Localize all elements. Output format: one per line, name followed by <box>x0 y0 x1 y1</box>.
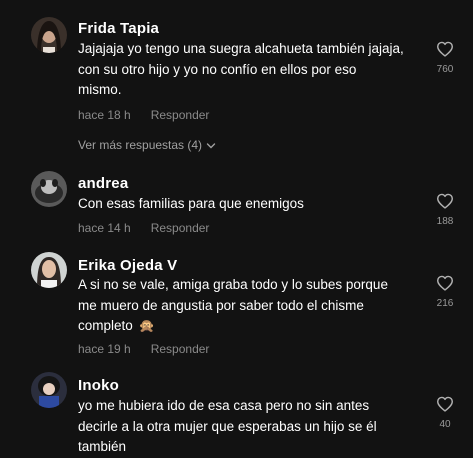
comment-text-line: A si no se vale, amiga graba todo y lo s… <box>78 277 388 292</box>
comment-text-line: con su otro hijo y yo no confío en ellos… <box>78 61 357 77</box>
comment-username[interactable]: andrea <box>78 175 128 192</box>
comment-text-line: Jajajaja yo tengo una suegra alcahueta t… <box>78 41 404 56</box>
comment-text-line: Con esas familias para que enemigos <box>78 196 304 211</box>
avatar-image <box>31 372 67 408</box>
heart-outline-icon <box>436 41 453 57</box>
avatar[interactable] <box>31 372 67 408</box>
avatar[interactable] <box>31 252 67 288</box>
comment-meta: hace 14 h Responder <box>78 221 209 235</box>
comment-text-line: también <box>78 439 127 454</box>
avatar-image <box>31 252 67 288</box>
comment-username[interactable]: Erika Ojeda V <box>78 257 177 274</box>
comment-text-line: mismo. <box>78 82 122 97</box>
heart-outline-icon <box>436 193 453 209</box>
view-more-replies-label: Ver más respuestas (4) <box>78 138 203 152</box>
comment-username[interactable]: Frida Tapia <box>78 20 159 37</box>
avatar[interactable] <box>31 171 67 207</box>
comment-username[interactable]: Inoko <box>78 377 119 394</box>
comment-text-line: yo me hubiera ido de esa casa pero no si… <box>78 398 370 413</box>
comment-text-segment: completo <box>78 318 133 333</box>
avatar[interactable] <box>31 17 67 53</box>
heart-outline-icon <box>436 275 453 291</box>
comment-text: A si no se vale, amiga graba todo y lo s… <box>78 275 430 337</box>
avatar-image <box>31 171 67 207</box>
like-count: 40 <box>439 419 451 430</box>
monkey-emoji: 🙊 <box>138 318 155 333</box>
comment-text-line: completo 🙊 <box>78 316 430 337</box>
like-button[interactable]: 216 <box>430 275 460 309</box>
heart-outline-icon <box>436 396 453 412</box>
comment-text: yo me hubiera ido de esa casa pero no si… <box>78 396 430 458</box>
comment-text-line: decirle a la otra mujer que esperabas un… <box>78 418 377 434</box>
like-count: 216 <box>436 298 454 309</box>
like-button[interactable]: 760 <box>430 41 460 75</box>
comment-text: Con esas familias para que enemigos <box>78 194 430 215</box>
comment-timestamp: hace 19 h <box>78 342 131 356</box>
comment-meta: hace 18 h Responder <box>78 108 209 122</box>
avatar-image <box>31 17 67 53</box>
reply-button[interactable]: Responder <box>151 108 210 122</box>
comment-text: Jajajaja yo tengo una suegra alcahueta t… <box>78 39 430 101</box>
reply-button[interactable]: Responder <box>151 342 210 356</box>
chevron-down-icon <box>206 143 216 149</box>
reply-button[interactable]: Responder <box>151 221 210 235</box>
comment-meta: hace 19 h Responder <box>78 342 209 356</box>
like-button[interactable]: 188 <box>430 193 460 227</box>
like-count: 188 <box>436 216 454 227</box>
like-button[interactable]: 40 <box>430 396 460 430</box>
comment-text-line: me muero de angustia por saber todo el c… <box>78 297 364 313</box>
like-count: 760 <box>436 64 454 75</box>
comment-timestamp: hace 14 h <box>78 221 131 235</box>
comment-timestamp: hace 18 h <box>78 108 131 122</box>
view-more-replies-button[interactable]: Ver más respuestas (4) <box>78 138 216 152</box>
